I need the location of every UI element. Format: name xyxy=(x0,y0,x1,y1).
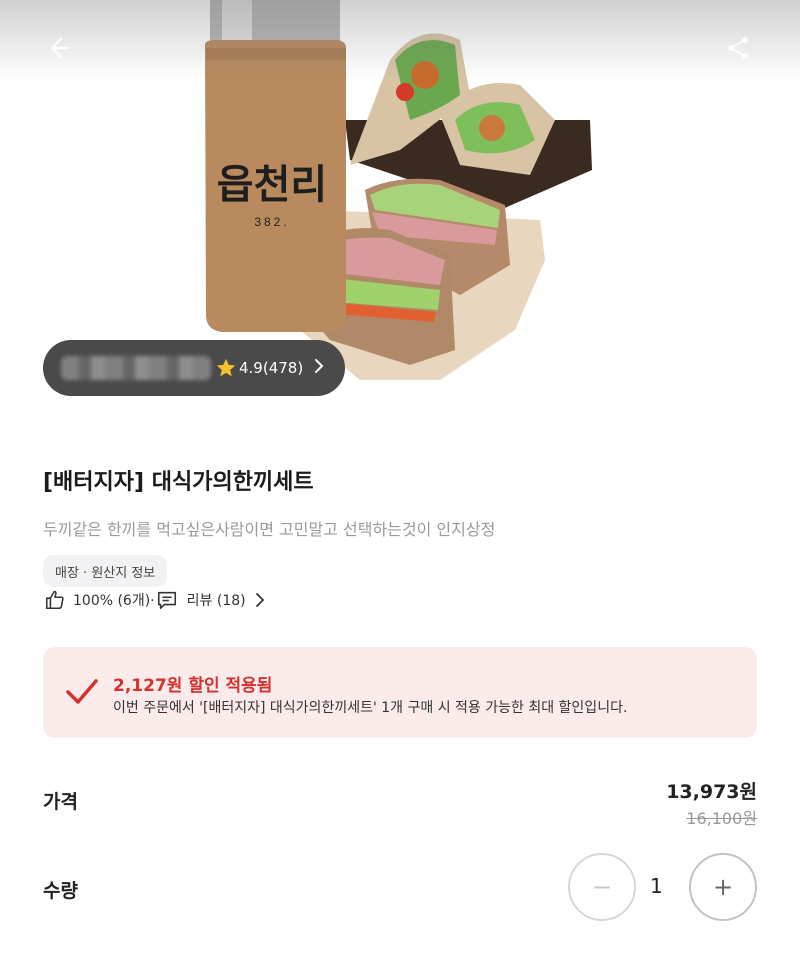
quantity-increase-button[interactable]: + xyxy=(689,853,757,921)
top-fade xyxy=(0,0,800,80)
check-icon xyxy=(65,677,99,707)
review-link[interactable]: 리뷰 (18) xyxy=(187,590,246,610)
chevron-right-icon[interactable] xyxy=(248,588,272,612)
like-percentage: 100% (6개)· xyxy=(73,593,155,609)
discount-title: 2,127원 할인 적용됨 xyxy=(113,676,273,696)
star-icon xyxy=(215,357,237,379)
share-icon[interactable] xyxy=(720,30,756,66)
chevron-right-icon xyxy=(313,358,325,378)
original-price: 16,100원 xyxy=(686,809,757,828)
store-rating: 4.9(478) xyxy=(239,359,304,377)
quantity-decrease-button[interactable]: − xyxy=(568,853,636,921)
thumbs-up-icon xyxy=(43,588,67,612)
store-origin-info-chip[interactable]: 매장 · 원산지 정보 xyxy=(43,555,168,587)
store-rating-pill[interactable]: 4.9(478) xyxy=(43,340,345,396)
discount-applied-box: 2,127원 할인 적용됨 이번 주문에서 '[배터지자] 대식가의한끼세트' … xyxy=(43,647,757,738)
price-label: 가격 xyxy=(43,791,78,813)
review-icon xyxy=(155,588,179,612)
store-name-blurred xyxy=(61,356,211,380)
product-description: 두끼같은 한끼를 먹고싶은사람이면 고민말고 선택하는것이 인지상정 xyxy=(43,520,496,539)
quantity-value: 1 xyxy=(650,874,663,898)
quantity-label: 수량 xyxy=(43,880,78,902)
cup-logo-subtext: 382. xyxy=(254,215,289,229)
product-title: [배터지자] 대식가의한끼세트 xyxy=(43,470,314,495)
current-price: 13,973원 xyxy=(666,781,757,803)
discount-subtitle: 이번 주문에서 '[배터지자] 대식가의한끼세트' 1개 구매 시 적용 가능한… xyxy=(113,700,628,716)
cup-logo-text: 읍천리 xyxy=(217,163,327,207)
back-arrow-icon[interactable] xyxy=(40,30,76,66)
rating-review-row: 100% (6개)· 리뷰 (18) xyxy=(43,588,272,612)
